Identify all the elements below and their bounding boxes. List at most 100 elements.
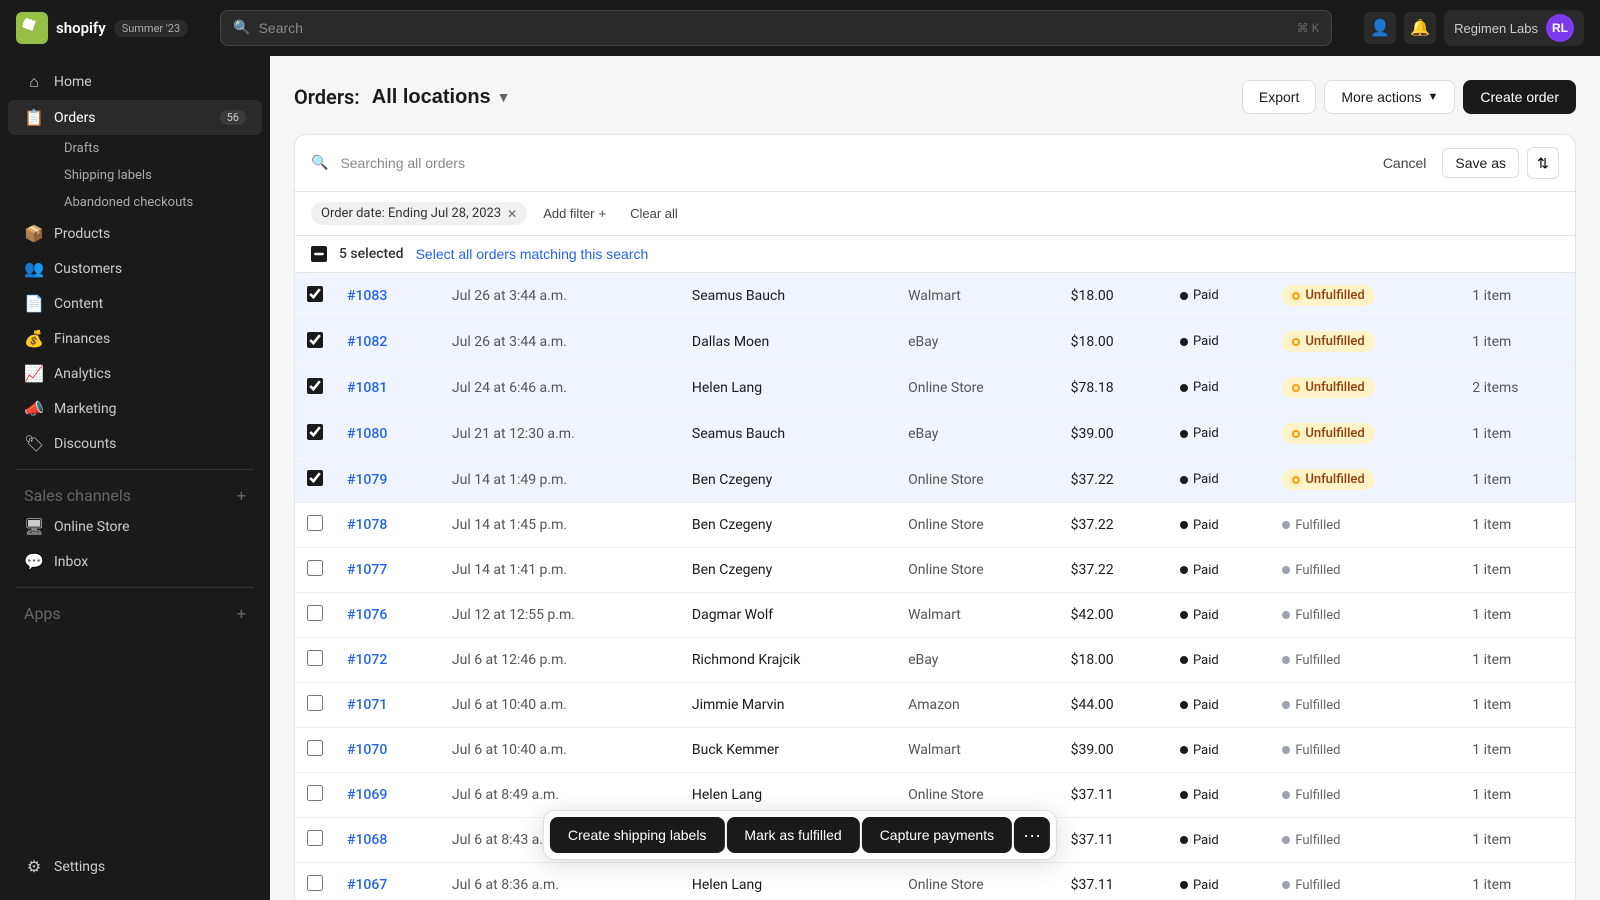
order-number: #1077 [347, 562, 387, 578]
order-total-cell: $37.22 [1059, 503, 1168, 548]
search-input[interactable] [259, 20, 1289, 36]
sidebar-item-content[interactable]: 📄 Content [8, 286, 262, 321]
sidebar-item-customers[interactable]: 👥 Customers [8, 251, 262, 286]
order-payment-cell: Paid [1168, 728, 1270, 773]
sidebar-bottom: ⚙ Settings [0, 841, 270, 892]
orders-search-input[interactable] [340, 155, 1362, 171]
row-checkbox[interactable] [307, 785, 323, 801]
order-items-cell: 1 item [1460, 503, 1575, 548]
sidebar-item-abandoned-checkouts[interactable]: Abandoned checkouts [52, 189, 262, 216]
location-selector-btn[interactable]: All locations ▼ [372, 86, 511, 109]
order-fulfillment-cell: Fulfilled [1270, 773, 1460, 818]
row-checkbox[interactable] [307, 560, 323, 576]
expand-sales-channels-icon[interactable]: + [237, 486, 246, 505]
table-row[interactable]: #1072 Jul 6 at 12:46 p.m. Richmond Krajc… [295, 638, 1575, 683]
sidebar-item-products[interactable]: 📦 Products [8, 216, 262, 251]
create-order-button[interactable]: Create order [1463, 80, 1576, 114]
row-checkbox-cell [295, 548, 335, 593]
select-all-checkbox[interactable] [311, 246, 327, 262]
inbox-icon: 💬 [24, 552, 44, 571]
global-search-bar[interactable]: 🔍 ⌘ K [220, 10, 1332, 46]
row-checkbox[interactable] [307, 286, 323, 302]
table-row[interactable]: #1078 Jul 14 at 1:45 p.m. Ben Czegeny On… [295, 503, 1575, 548]
orders-icon: 📋 [24, 108, 44, 127]
row-checkbox[interactable] [307, 424, 323, 440]
sidebar-item-inbox[interactable]: 💬 Inbox [8, 544, 262, 579]
chevron-down-icon: ▼ [497, 89, 511, 105]
sidebar-item-drafts-label: Drafts [64, 141, 99, 156]
mark-as-fulfilled-button[interactable]: Mark as fulfilled [726, 817, 859, 853]
remove-filter-icon[interactable]: ✕ [507, 207, 517, 221]
order-number: #1082 [347, 334, 387, 350]
cancel-search-button[interactable]: Cancel [1375, 149, 1435, 177]
add-filter-button[interactable]: Add filter + [535, 202, 614, 225]
notifications-btn[interactable]: 🔔 [1404, 12, 1436, 44]
sidebar-item-drafts[interactable]: Drafts [52, 135, 262, 162]
select-all-orders-button[interactable]: Select all orders matching this search [416, 246, 649, 262]
sidebar-item-shipping-labels[interactable]: Shipping labels [52, 162, 262, 189]
row-checkbox[interactable] [307, 515, 323, 531]
row-checkbox[interactable] [307, 740, 323, 756]
create-shipping-labels-button[interactable]: Create shipping labels [550, 817, 725, 853]
row-checkbox[interactable] [307, 695, 323, 711]
order-id-cell: #1083 [335, 273, 440, 319]
save-as-button[interactable]: Save as [1442, 148, 1519, 178]
export-button[interactable]: Export [1242, 80, 1316, 114]
sidebar-item-orders[interactable]: 📋 Orders 56 [8, 100, 262, 135]
row-checkbox[interactable] [307, 650, 323, 666]
row-checkbox-cell [295, 593, 335, 638]
table-row[interactable]: #1070 Jul 6 at 10:40 a.m. Buck Kemmer Wa… [295, 728, 1575, 773]
order-date-cell: Jul 14 at 1:45 p.m. [440, 503, 680, 548]
row-checkbox[interactable] [307, 470, 323, 486]
order-payment-cell: Paid [1168, 593, 1270, 638]
sidebar-item-online-store[interactable]: 🖥 Online Store [8, 509, 262, 544]
marketing-icon: 📣 [24, 399, 44, 418]
sidebar-item-marketing-label: Marketing [54, 401, 117, 417]
sidebar-item-marketing[interactable]: 📣 Marketing [8, 391, 262, 426]
table-row[interactable]: #1071 Jul 6 at 10:40 a.m. Jimmie Marvin … [295, 683, 1575, 728]
order-channel-cell: Walmart [896, 728, 1059, 773]
row-checkbox[interactable] [307, 332, 323, 348]
more-actions-button[interactable]: More actions ▼ [1324, 80, 1455, 114]
avatar: RL [1546, 14, 1574, 42]
sidebar: ⌂ Home 📋 Orders 56 Drafts Shipping label… [0, 56, 270, 900]
table-row[interactable]: #1076 Jul 12 at 12:55 p.m. Dagmar Wolf W… [295, 593, 1575, 638]
settings-icon: ⚙ [24, 857, 44, 876]
sidebar-item-shipping-labels-label: Shipping labels [64, 168, 152, 183]
table-row[interactable]: #1067 Jul 6 at 8:36 a.m. Helen Lang Onli… [295, 863, 1575, 900]
sidebar-item-discounts[interactable]: 🏷 Discounts [8, 426, 262, 461]
order-total-cell: $39.00 [1059, 728, 1168, 773]
support-icon: 👤 [1370, 18, 1390, 38]
expand-apps-icon[interactable]: + [237, 604, 246, 623]
sidebar-item-home[interactable]: ⌂ Home [8, 64, 262, 100]
sidebar-item-settings[interactable]: ⚙ Settings [8, 849, 262, 884]
order-number: #1076 [347, 607, 387, 623]
order-fulfillment-cell: Fulfilled [1270, 863, 1460, 900]
capture-payments-button[interactable]: Capture payments [862, 817, 1012, 853]
sidebar-item-finances[interactable]: 💰 Finances [8, 321, 262, 356]
user-menu-btn[interactable]: Regimen Labs RL [1444, 10, 1584, 46]
order-total-cell: $37.11 [1059, 863, 1168, 900]
support-icon-btn[interactable]: 👤 [1364, 12, 1396, 44]
order-id-cell: #1080 [335, 411, 440, 457]
floating-more-button[interactable]: ··· [1014, 817, 1050, 853]
table-row[interactable]: #1080 Jul 21 at 12:30 a.m. Seamus Bauch … [295, 411, 1575, 457]
row-checkbox-cell [295, 503, 335, 548]
order-customer-cell: Ben Czegeny [680, 503, 896, 548]
table-row[interactable]: #1083 Jul 26 at 3:44 a.m. Seamus Bauch W… [295, 273, 1575, 319]
row-checkbox[interactable] [307, 605, 323, 621]
more-actions-chevron-icon: ▼ [1428, 91, 1439, 103]
sort-button[interactable]: ⇅ [1527, 147, 1559, 179]
row-checkbox[interactable] [307, 378, 323, 394]
row-checkbox[interactable] [307, 875, 323, 891]
order-payment-cell: Paid [1168, 863, 1270, 900]
orders-badge: 56 [220, 110, 246, 125]
page-actions: Export More actions ▼ Create order [1242, 80, 1576, 114]
row-checkbox[interactable] [307, 830, 323, 846]
table-row[interactable]: #1079 Jul 14 at 1:49 p.m. Ben Czegeny On… [295, 457, 1575, 503]
sidebar-item-analytics[interactable]: 📈 Analytics [8, 356, 262, 391]
clear-all-button[interactable]: Clear all [622, 202, 686, 225]
table-row[interactable]: #1081 Jul 24 at 6:46 a.m. Helen Lang Onl… [295, 365, 1575, 411]
table-row[interactable]: #1077 Jul 14 at 1:41 p.m. Ben Czegeny On… [295, 548, 1575, 593]
table-row[interactable]: #1082 Jul 26 at 3:44 a.m. Dallas Moen eB… [295, 319, 1575, 365]
